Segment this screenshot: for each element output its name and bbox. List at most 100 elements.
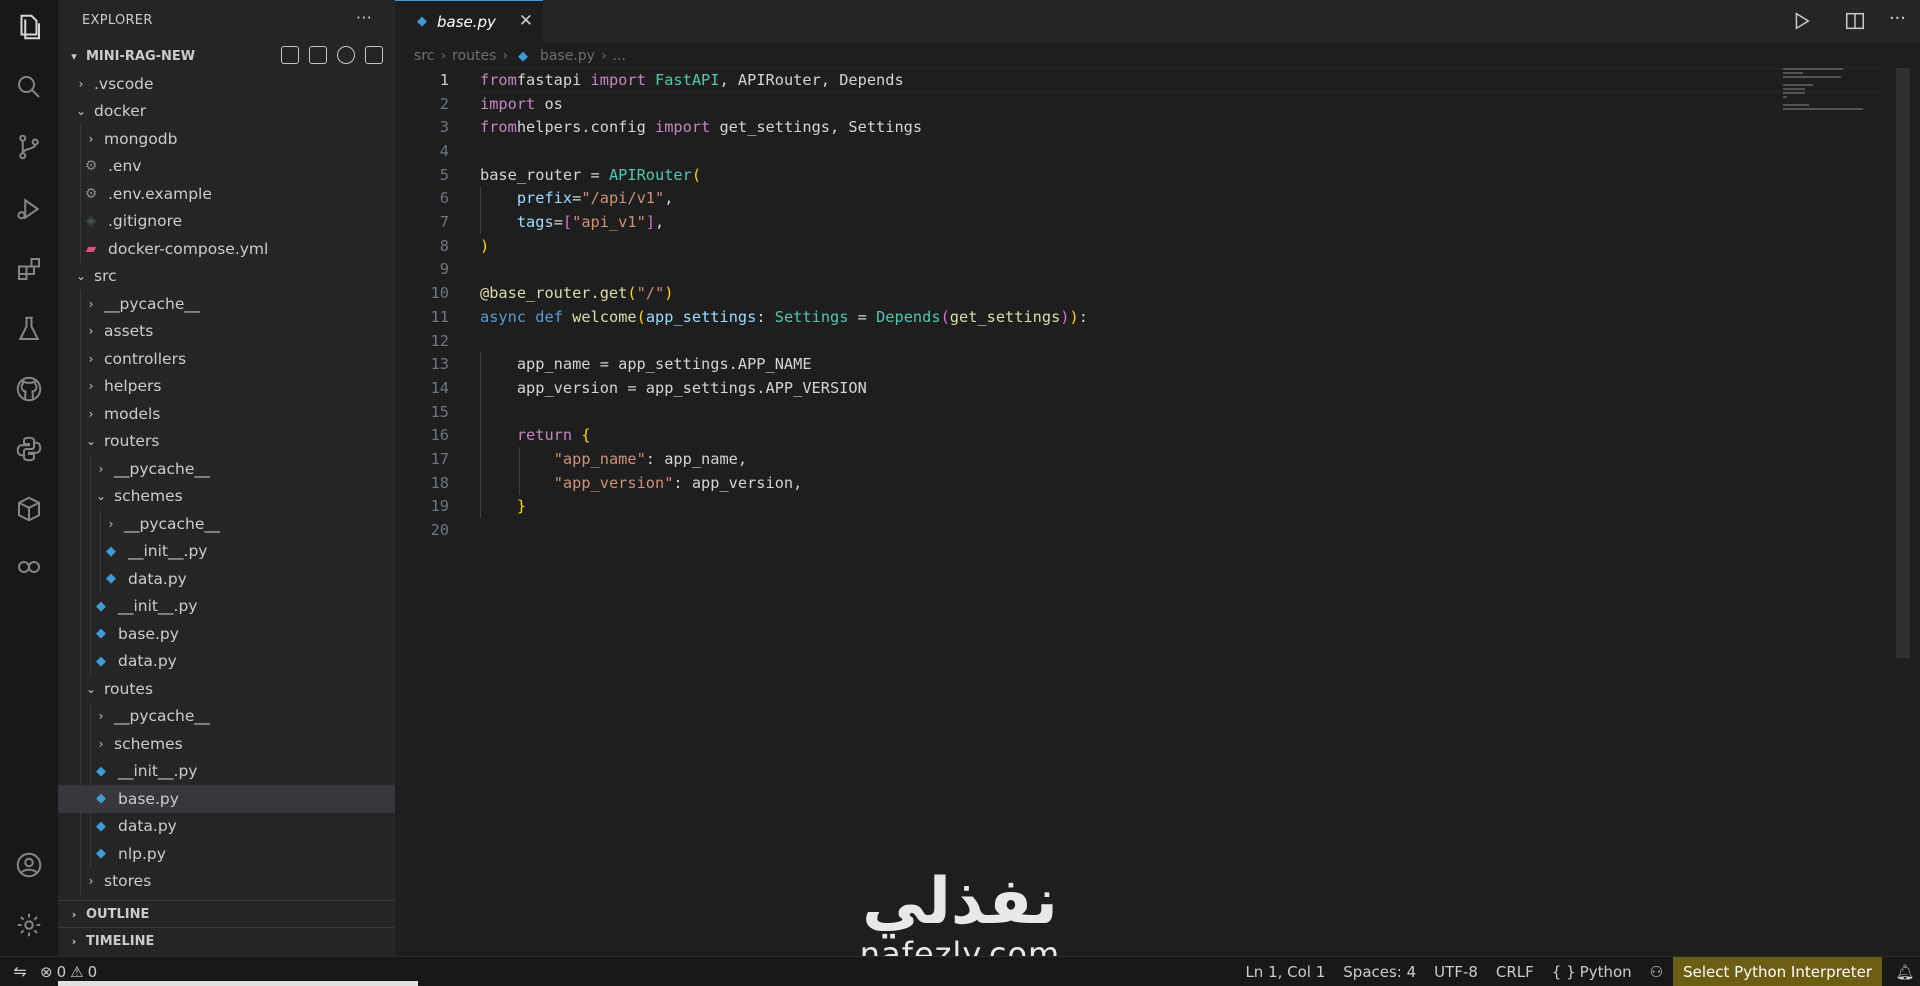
indentation[interactable]: Spaces: 4 [1343, 963, 1416, 981]
tree-folder[interactable]: › helpers [58, 372, 395, 400]
remote-icon[interactable]: ⇋ [0, 957, 40, 986]
select-interpreter-button[interactable]: Select Python Interpreter [1673, 957, 1882, 986]
language-mode[interactable]: { } Python [1552, 963, 1632, 981]
chevron-right-icon: › [88, 379, 94, 394]
chevron-down-icon: ⌄ [85, 681, 97, 696]
tree-folder[interactable]: › __pycache__ [58, 455, 395, 483]
tree-folder[interactable]: › controllers [58, 345, 395, 373]
code-line: 14 app_version = app_settings.APP_VERSIO… [395, 376, 1795, 400]
more-actions-icon[interactable]: ··· [356, 8, 372, 27]
tree-file[interactable]: ⚙ .env [58, 152, 395, 180]
indent-guide [90, 592, 91, 620]
source-control-icon[interactable] [0, 122, 58, 172]
tree-file[interactable]: ◆ data.py [58, 812, 395, 840]
tree-folder[interactable]: ⌄ src [58, 263, 395, 291]
chevron-down-icon: ⌄ [85, 434, 97, 449]
tree-item-label: __pycache__ [114, 707, 210, 726]
split-editor-icon[interactable] [1844, 10, 1866, 32]
tree-file[interactable]: ◆ __init__.py [58, 757, 395, 785]
github-icon[interactable] [0, 364, 58, 414]
run-debug-icon[interactable] [0, 184, 58, 234]
tree-file[interactable]: ◆ __init__.py [58, 537, 395, 565]
tree-file[interactable]: ◆ nlp.py [58, 840, 395, 868]
tree-file[interactable]: ◆ data.py [58, 647, 395, 675]
bell-icon[interactable]: 🔔︎ [1890, 963, 1920, 981]
timeline-section[interactable]: › TIMELINE [58, 927, 395, 954]
line-number: 11 [430, 307, 449, 326]
containers-icon[interactable] [0, 484, 58, 534]
indent-guide [519, 447, 520, 495]
collapse-all-icon[interactable] [365, 46, 383, 64]
settings-file-icon: ⚙ [84, 158, 98, 175]
tree-file[interactable]: ▰ docker-compose.yml [58, 235, 395, 263]
search-icon[interactable] [0, 62, 58, 112]
explorer-icon[interactable] [0, 2, 58, 52]
tree-folder[interactable]: › stores [58, 867, 395, 895]
line-number: 20 [430, 521, 449, 540]
editor-scrollbar[interactable] [1896, 68, 1910, 658]
tree-folder[interactable]: ⌄ routers [58, 427, 395, 455]
indent-guide [80, 757, 81, 785]
code-editor[interactable]: 1 fromfastapi import FastAPI, APIRouter, … [395, 68, 1920, 956]
chevron-right-icon: › [71, 934, 77, 948]
breadcrumb-file[interactable]: base.py [540, 48, 595, 64]
tree-folder[interactable]: › .vscode [58, 70, 395, 98]
extensions-icon[interactable] [0, 244, 58, 294]
python-file-icon: ◆ [96, 818, 106, 834]
tree-file[interactable]: ◆ base.py [58, 785, 395, 813]
tree-file[interactable]: ⚙ .env.example [58, 180, 395, 208]
breadcrumb-routes[interactable]: routes [452, 48, 496, 64]
tree-folder[interactable]: › __pycache__ [58, 510, 395, 538]
indent-guide [80, 812, 81, 840]
line-number: 7 [439, 213, 449, 232]
encoding[interactable]: UTF-8 [1434, 963, 1478, 981]
tree-item-label: data.py [118, 652, 177, 671]
tree-folder[interactable]: ⌄ docker [58, 98, 395, 126]
tree-folder[interactable]: ⌄ schemes [58, 482, 395, 510]
code-line: 3 fromhelpers.config import get_settings,… [395, 115, 1795, 139]
copilot-icon[interactable] [0, 542, 58, 592]
tree-folder[interactable]: › assets [58, 317, 395, 345]
tab-base-py[interactable]: ◆ base.py ✕ [395, 0, 543, 42]
tree-file[interactable]: ◆ __init__.py [58, 592, 395, 620]
run-python-file-icon[interactable] [1790, 10, 1812, 32]
indent-guide [80, 592, 81, 620]
new-file-icon[interactable] [281, 46, 299, 64]
breadcrumb-symbol[interactable]: ... [613, 48, 626, 64]
minimap[interactable] [1783, 68, 1873, 128]
python-icon[interactable] [0, 424, 58, 474]
tree-folder[interactable]: › mongodb [58, 125, 395, 153]
accounts-icon[interactable] [0, 840, 58, 890]
refresh-icon[interactable] [337, 46, 355, 64]
tree-folder[interactable]: › __pycache__ [58, 290, 395, 318]
tree-file[interactable]: ◆ base.py [58, 620, 395, 648]
cursor-position[interactable]: Ln 1, Col 1 [1245, 963, 1325, 981]
code-text: prefix="/api/v1", [516, 189, 674, 208]
tree-item-label: schemes [114, 734, 183, 753]
new-folder-icon[interactable] [309, 46, 327, 64]
tree-folder[interactable]: › schemes [58, 730, 395, 758]
project-root[interactable]: ▾ MINI-RAG-NEW [58, 44, 395, 68]
code-line: 12 [395, 329, 1795, 353]
end-of-line[interactable]: CRLF [1496, 963, 1534, 981]
breadcrumb-src[interactable]: src [414, 48, 434, 64]
outline-section[interactable]: › OUTLINE [58, 900, 395, 927]
tree-folder[interactable]: › models [58, 400, 395, 428]
editor-more-icon[interactable]: ··· [1889, 8, 1906, 29]
copilot-status-icon[interactable]: ⚇ [1650, 963, 1663, 981]
line-number: 18 [430, 473, 449, 492]
tree-file[interactable]: ◆ data.py [58, 565, 395, 593]
tree-file[interactable]: ◈ .gitignore [58, 207, 395, 235]
settings-gear-icon[interactable] [0, 900, 58, 950]
chevron-right-icon: › [88, 874, 94, 889]
tree-item-label: __pycache__ [114, 459, 210, 478]
line-number: 6 [439, 189, 449, 208]
tree-folder[interactable]: › __pycache__ [58, 702, 395, 730]
close-icon[interactable]: ✕ [519, 11, 533, 31]
problems-indicator[interactable]: ⊗ 0 ⚠ 0 [40, 963, 97, 981]
testing-icon[interactable] [0, 304, 58, 354]
code-text: ) [480, 236, 490, 255]
project-name: MINI-RAG-NEW [86, 48, 196, 64]
tree-folder[interactable]: ⌄ routes [58, 675, 395, 703]
indent-guide [100, 565, 101, 593]
